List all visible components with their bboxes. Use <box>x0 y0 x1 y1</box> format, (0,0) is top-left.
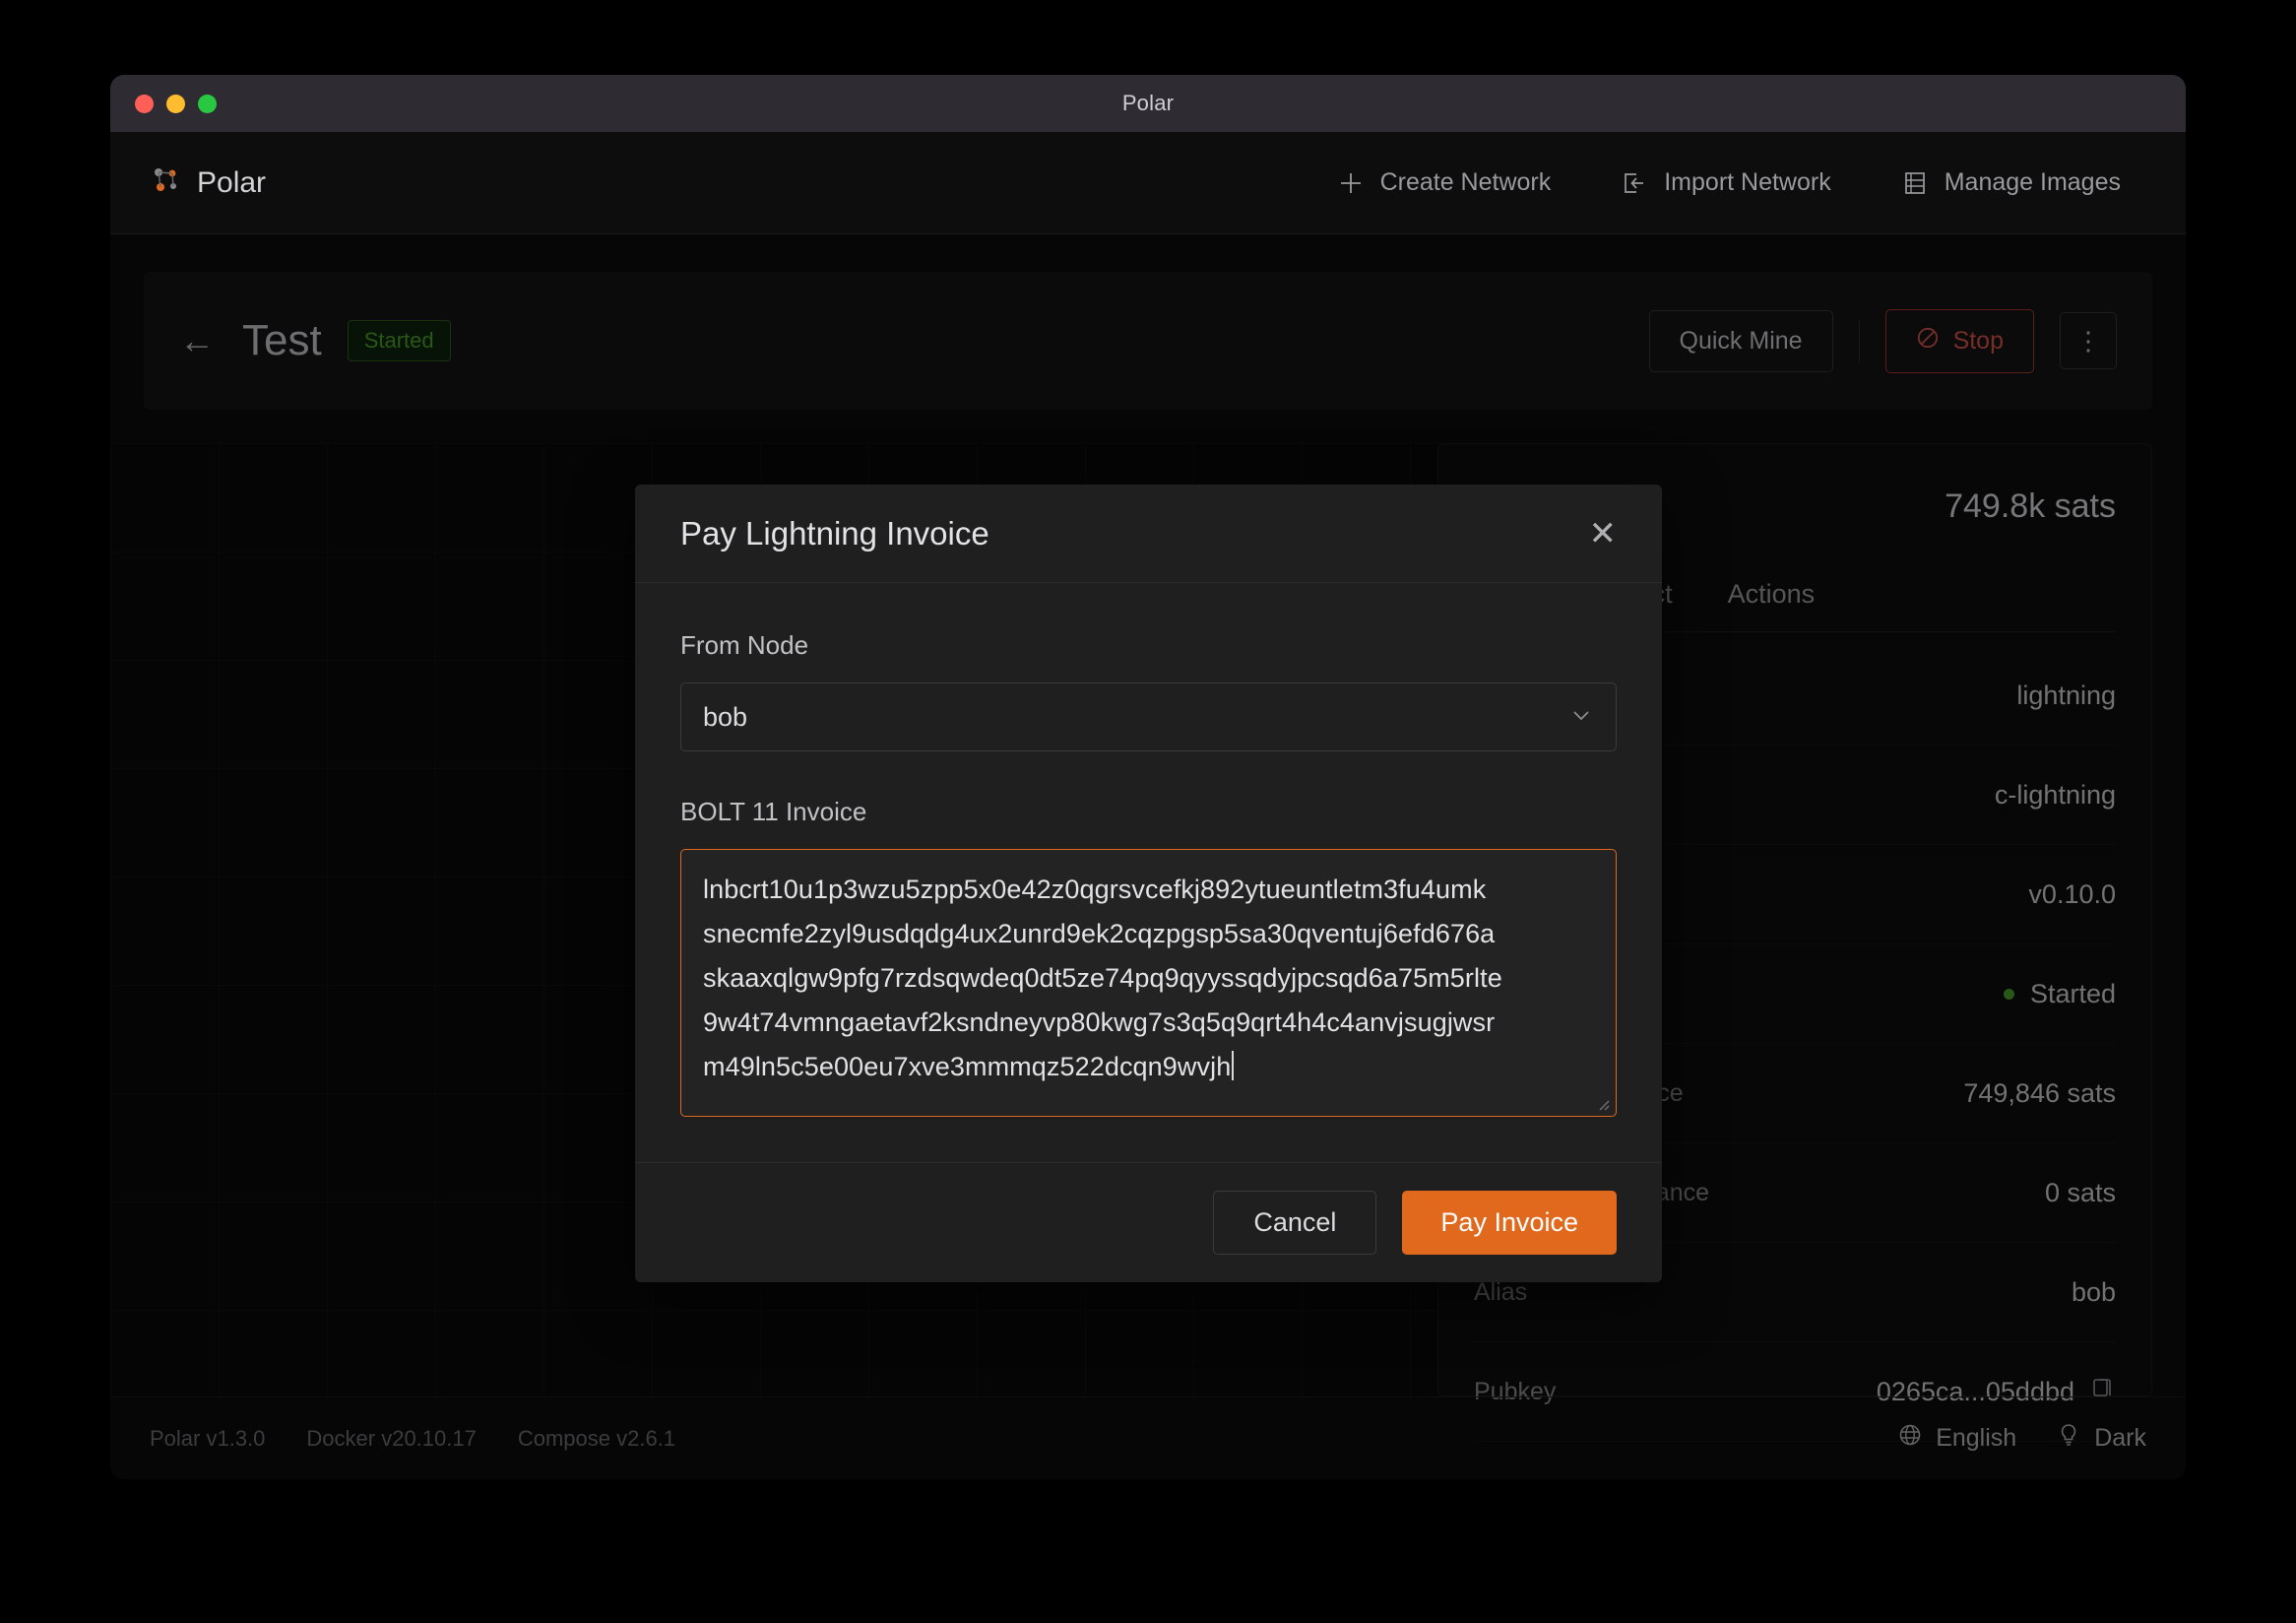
invoice-line: skaaxqlgw9pfg7rzdsqwdeq0dt5ze74pq9qyyssq… <box>703 963 1502 993</box>
top-navbar: Polar Create Network Import Network Mana… <box>110 132 2186 234</box>
window-title: Polar <box>1121 91 1175 115</box>
modal-footer: Cancel Pay Invoice <box>635 1162 1662 1282</box>
manage-images-label: Manage Images <box>1944 168 2121 196</box>
modal-header: Pay Lightning Invoice ✕ <box>635 485 1662 583</box>
bolt11-invoice-input[interactable]: lnbcrt10u1p3wzu5zpp5x0e42z0qgrsvcefkj892… <box>680 849 1617 1117</box>
create-network-button[interactable]: Create Network <box>1338 168 1552 197</box>
polar-logo-icon <box>150 164 181 201</box>
import-network-label: Import Network <box>1664 168 1831 196</box>
chevron-down-icon <box>1568 702 1594 733</box>
manage-images-button[interactable]: Manage Images <box>1902 168 2121 197</box>
modal-title: Pay Lightning Invoice <box>680 514 989 552</box>
content-area: ← Test Started Quick Mine Stop ⋮ 749.8k … <box>110 234 2186 1479</box>
invoice-line: lnbcrt10u1p3wzu5zpp5x0e42z0qgrsvcefkj892… <box>703 875 1487 904</box>
pay-invoice-button[interactable]: Pay Invoice <box>1402 1191 1617 1255</box>
import-icon <box>1622 170 1647 196</box>
resize-handle[interactable] <box>1594 1095 1610 1111</box>
brand[interactable]: Polar <box>150 164 266 201</box>
titlebar: Polar <box>110 75 2186 132</box>
close-icon[interactable]: ✕ <box>1589 517 1618 551</box>
from-node-select[interactable]: bob <box>680 682 1617 751</box>
from-node-value: bob <box>703 701 748 732</box>
brand-label: Polar <box>197 165 267 199</box>
import-network-button[interactable]: Import Network <box>1622 168 1831 197</box>
text-caret <box>1232 1051 1235 1080</box>
pay-invoice-modal: Pay Lightning Invoice ✕ From Node bob BO… <box>635 485 1662 1282</box>
invoice-line: snecmfe2zyl9usdqdg4ux2unrd9ek2cqzpgsp5sa… <box>703 919 1496 948</box>
invoice-line: 9w4t74vmngaetavf2ksndneyvp80kwg7s3q5q9qr… <box>703 1007 1496 1037</box>
invoice-label: BOLT 11 Invoice <box>680 797 867 826</box>
cancel-button[interactable]: Cancel <box>1213 1191 1377 1255</box>
invoice-line: m49ln5c5e00eu7xve3mmmqz522dcqn9wvjh <box>703 1052 1232 1081</box>
modal-body: From Node bob BOLT 11 Invoice lnbcrt10u1… <box>635 583 1662 1162</box>
nav-actions: Create Network Import Network Manage Ima… <box>1338 168 2121 197</box>
invoice-line-last: m49ln5c5e00eu7xve3mmmqz522dcqn9wvjh <box>703 1045 1594 1089</box>
create-network-label: Create Network <box>1379 168 1552 196</box>
images-icon <box>1902 170 1928 196</box>
from-node-label: From Node <box>680 630 809 660</box>
plus-icon <box>1338 170 1364 196</box>
app-window: Polar Polar Create Network Import Networ… <box>110 75 2186 1479</box>
